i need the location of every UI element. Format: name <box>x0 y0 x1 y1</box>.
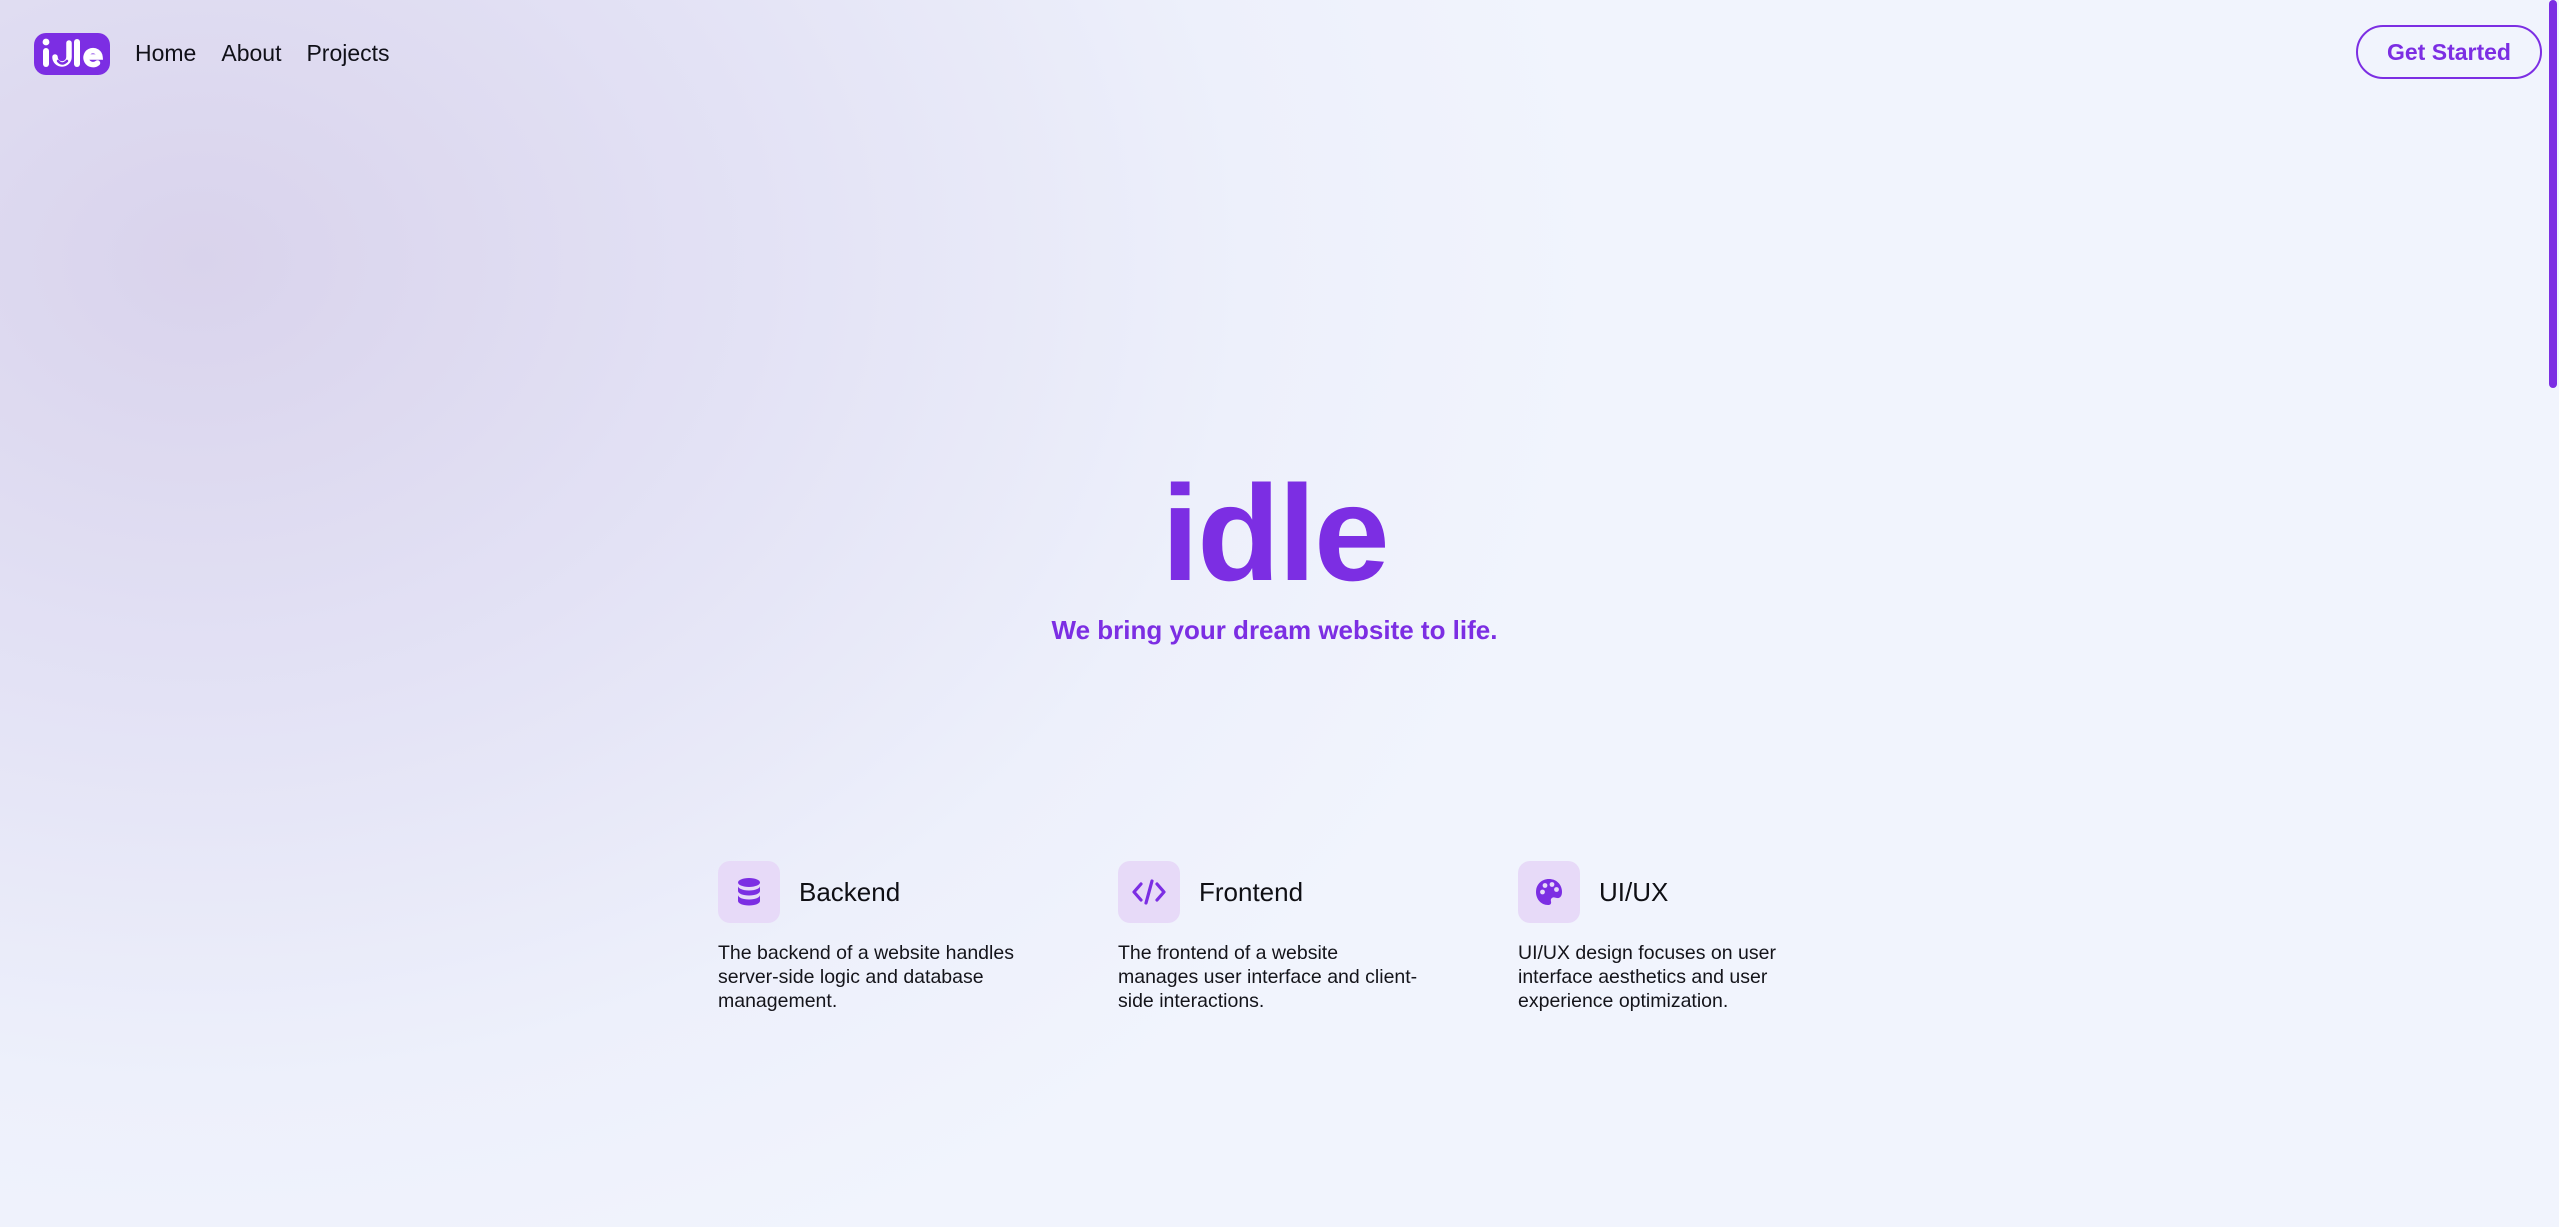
hero-title: idle <box>1161 457 1389 609</box>
feature-card-frontend: Frontend The frontend of a website manag… <box>1118 861 1418 1013</box>
feature-description: UI/UX design focuses on user interface a… <box>1518 942 1776 1012</box>
nav-link-home[interactable]: Home <box>135 36 196 70</box>
feature-card-uiux: UI/UX UI/UX design focuses on user inter… <box>1518 861 1818 1013</box>
logo-mark-icon <box>42 38 104 68</box>
nav-links: Home About Projects <box>135 36 390 70</box>
palette-icon <box>1518 861 1580 923</box>
feature-title: Backend <box>799 876 901 907</box>
feature-description: The frontend of a website manages user i… <box>1118 942 1418 1012</box>
database-icon <box>718 861 780 923</box>
top-navigation: Home About Projects Get Started <box>0 0 2559 106</box>
idle-logo[interactable] <box>34 33 110 75</box>
hero-subtitle: We bring your dream website to life. <box>1051 615 1498 645</box>
feature-header: Frontend <box>1118 861 1418 923</box>
feature-card-backend: Backend The backend of a website handles… <box>718 861 1018 1013</box>
code-icon <box>1118 861 1180 923</box>
nav-link-projects[interactable]: Projects <box>306 36 389 70</box>
feature-description: The backend of a website handles server-… <box>718 942 1014 1012</box>
feature-title: UI/UX <box>1599 876 1669 907</box>
feature-title: Frontend <box>1199 876 1304 907</box>
get-started-button[interactable]: Get Started <box>2356 25 2542 79</box>
feature-header: UI/UX <box>1518 861 1818 923</box>
scrollbar-thumb[interactable] <box>2549 0 2557 388</box>
nav-link-about[interactable]: About <box>221 36 281 70</box>
feature-header: Backend <box>718 861 1018 923</box>
